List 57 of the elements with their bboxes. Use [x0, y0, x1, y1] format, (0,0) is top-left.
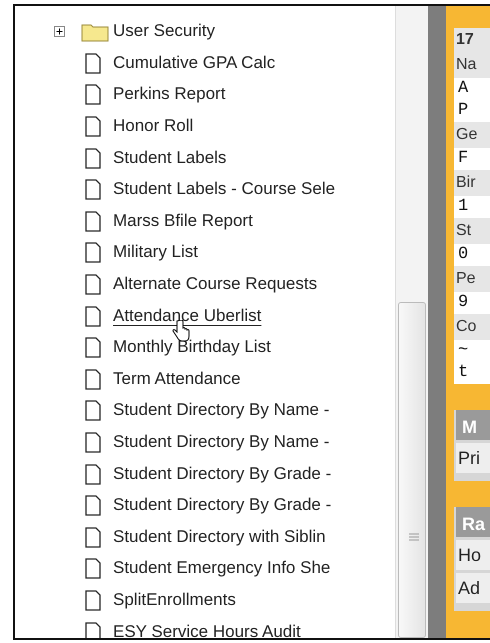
- section-title: Ra: [456, 507, 490, 537]
- scrollbar[interactable]: [395, 6, 428, 638]
- document-icon: [85, 558, 101, 580]
- section-row: Ad: [456, 573, 490, 603]
- document-icon: [85, 432, 101, 454]
- document-icon: [85, 84, 101, 106]
- document-icon: [85, 306, 101, 327]
- section-row: Ho: [456, 540, 490, 570]
- tree-item[interactable]: Perkins Report: [113, 84, 226, 106]
- tree-item[interactable]: Alternate Course Requests: [113, 274, 318, 296]
- document-icon: [85, 526, 101, 548]
- document-icon: [85, 242, 101, 264]
- section-title: M: [456, 410, 490, 440]
- document-icon: [85, 116, 101, 138]
- tree-item[interactable]: Cumulative GPA Calc: [113, 52, 276, 74]
- tree-item[interactable]: Military List: [113, 242, 198, 264]
- document-icon: [85, 148, 101, 169]
- tree-item[interactable]: User Security: [113, 21, 216, 42]
- folder-icon: [81, 22, 109, 42]
- tree-item[interactable]: Honor Roll: [113, 116, 194, 138]
- splitter-bar[interactable]: [428, 6, 452, 638]
- tree-item[interactable]: SplitEnrollments: [113, 590, 236, 611]
- scrollbar-thumb[interactable]: [398, 302, 426, 638]
- field-value: 0: [454, 244, 490, 266]
- tree-item[interactable]: Student Labels: [113, 148, 226, 169]
- document-icon: [85, 368, 101, 390]
- field-value: P: [454, 100, 490, 122]
- field-value: t: [454, 362, 490, 384]
- tree-item[interactable]: Student Emergency Info She: [113, 558, 330, 580]
- document-icon: [85, 274, 101, 296]
- field-value: F: [454, 148, 490, 170]
- tree-item[interactable]: Monthly Birthday List: [113, 337, 271, 358]
- field-value: ~: [454, 340, 490, 362]
- document-icon: [85, 590, 101, 611]
- document-icon: [85, 179, 101, 200]
- tree-item[interactable]: Student Directory By Grade -: [113, 495, 332, 516]
- tree-item[interactable]: Student Directory with Siblin: [113, 526, 326, 548]
- tree-item[interactable]: Student Labels - Course Sele: [113, 179, 336, 200]
- tree-item[interactable]: ESY Service Hours Audit: [113, 622, 301, 638]
- field-value: A: [454, 78, 490, 100]
- section-row: Pri: [456, 443, 490, 473]
- tree-item[interactable]: Term Attendance: [113, 368, 241, 390]
- tree-item[interactable]: Attendance Uberlist: [113, 306, 262, 327]
- expand-toggle[interactable]: [54, 26, 65, 37]
- document-icon: [85, 400, 101, 422]
- document-icon: [85, 52, 101, 74]
- field-value: 1: [454, 196, 490, 218]
- document-icon: [85, 210, 101, 232]
- document-icon: [85, 495, 101, 516]
- tree-item[interactable]: Marss Bfile Report: [113, 210, 253, 232]
- grip-icon: [409, 533, 419, 541]
- field-value: 9: [454, 292, 490, 314]
- document-icon: [85, 337, 101, 358]
- tree-item[interactable]: Student Directory By Name -: [113, 432, 330, 454]
- tree-item[interactable]: Student Directory By Grade -: [113, 464, 332, 485]
- document-icon: [85, 464, 101, 485]
- tree-item[interactable]: Student Directory By Name -: [113, 400, 330, 422]
